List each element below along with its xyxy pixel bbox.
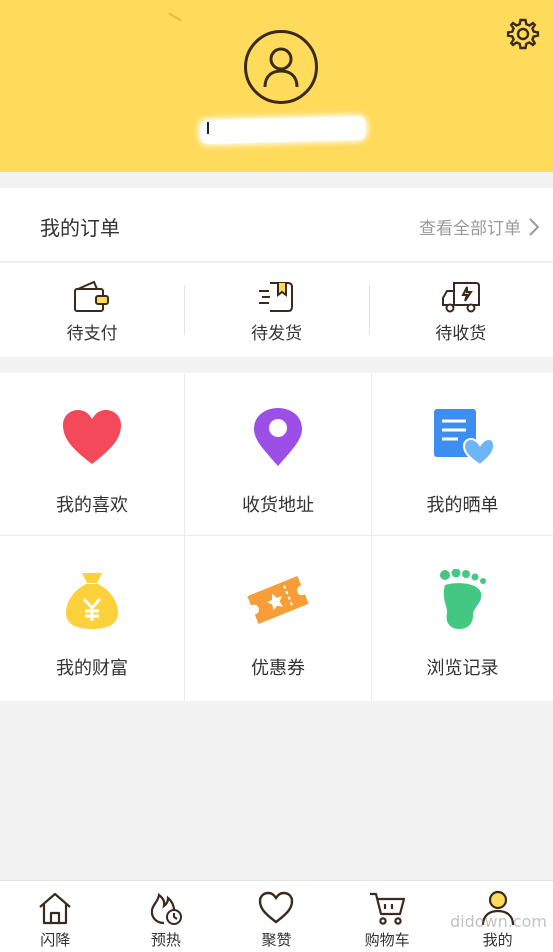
tab-label: 聚赞 — [261, 931, 292, 949]
tab-label: 购物车 — [364, 931, 410, 949]
view-all-orders-link[interactable]: 查看全部订单 — [419, 214, 539, 239]
order-item-label: 待支付 — [66, 324, 118, 344]
orders-title: 我的订单 — [40, 216, 120, 240]
profile-header — [0, 0, 553, 172]
location-pin-icon — [254, 408, 302, 466]
avatar[interactable] — [244, 30, 318, 104]
feature-label: 浏览记录 — [426, 658, 499, 679]
feature-label: 收货地址 — [242, 495, 314, 516]
ship-box-icon — [259, 282, 294, 312]
tab-label: 预热 — [150, 931, 181, 949]
browse-history-button[interactable]: 浏览记录 — [372, 536, 553, 701]
order-pending-receipt[interactable]: 待收货 — [368, 263, 553, 357]
watermark: didown.com — [449, 912, 547, 931]
flame-clock-icon — [150, 893, 182, 925]
order-pending-shipment[interactable]: 待发货 — [184, 263, 368, 357]
feature-label: 我的喜欢 — [56, 495, 128, 516]
tab-label: 我的 — [482, 931, 513, 949]
user-avatar-icon — [263, 47, 299, 88]
order-status-row: 待支付 待发货 待收货 — [0, 263, 553, 357]
home-icon — [39, 892, 72, 925]
wallet-icon — [74, 280, 110, 312]
feature-grid: 我的喜欢 收货地址 我的晒单 我的财富 优惠券 浏览记录 — [0, 373, 553, 701]
order-item-label: 待发货 — [250, 324, 302, 344]
feature-label: 我的财富 — [56, 658, 128, 679]
heart-outline-icon — [259, 891, 294, 924]
feature-label: 优惠券 — [251, 658, 305, 679]
my-reviews-button[interactable]: 我的晒单 — [372, 373, 553, 536]
shipping-address-button[interactable]: 收货地址 — [185, 373, 372, 536]
footprint-icon — [439, 569, 486, 629]
my-likes-button[interactable]: 我的喜欢 — [0, 373, 185, 536]
coupons-button[interactable]: 优惠券 — [185, 536, 372, 701]
view-all-orders-label: 查看全部订单 — [419, 219, 521, 239]
cart-icon — [370, 892, 406, 925]
order-pending-payment[interactable]: 待支付 — [0, 263, 184, 357]
tab-label: 闪降 — [40, 931, 71, 949]
my-orders-header: 我的订单 查看全部订单 — [0, 188, 553, 262]
tab-flash-sale[interactable]: 闪降 — [0, 881, 111, 952]
order-item-label: 待收货 — [435, 324, 487, 344]
my-wealth-button[interactable]: 我的财富 — [0, 536, 185, 701]
money-bag-icon — [66, 573, 118, 629]
tab-preheat[interactable]: 预热 — [111, 881, 222, 952]
delivery-truck-icon — [441, 282, 480, 313]
username-cursor — [207, 122, 209, 134]
gear-icon — [506, 18, 540, 50]
heart-icon — [63, 410, 121, 464]
username-redacted — [199, 115, 367, 145]
chevron-right-icon — [529, 217, 539, 236]
feature-label: 我的晒单 — [426, 495, 499, 516]
document-heart-icon — [433, 409, 494, 467]
settings-button[interactable] — [505, 16, 541, 52]
tab-cart[interactable]: 购物车 — [332, 881, 443, 952]
decorative-mark — [168, 12, 182, 22]
coupon-icon — [247, 575, 309, 625]
tab-likes[interactable]: 聚赞 — [221, 881, 332, 952]
